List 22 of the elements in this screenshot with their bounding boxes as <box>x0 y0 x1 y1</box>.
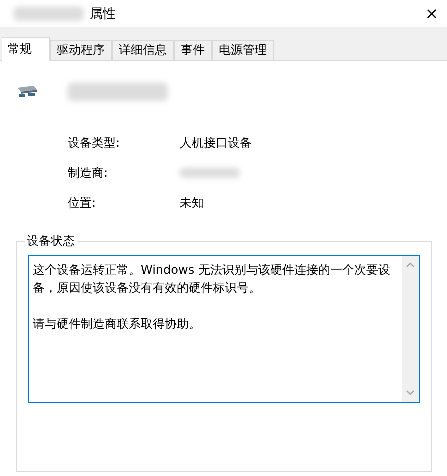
scrollbar[interactable] <box>402 256 419 402</box>
tab[interactable]: 事件 <box>174 40 212 61</box>
property-label: 制造商: <box>68 165 110 181</box>
close-button[interactable]: × <box>417 0 447 27</box>
group-legend: 设备状态 <box>25 233 77 250</box>
property-value: 未知 <box>180 195 205 211</box>
status-paragraph: 这个设备运转正常。Windows 无法识别与该硬件连接的一个次要设备，原因使该设备没有有效的硬件标识号。 <box>33 262 392 297</box>
property-label: 设备类型: <box>68 135 122 151</box>
redacted-text <box>14 6 84 20</box>
tab[interactable]: 驱动程序 <box>50 40 112 61</box>
scroll-up-icon[interactable] <box>406 262 415 268</box>
status-paragraph: 请与硬件制造商联系取得协助。 <box>33 316 202 333</box>
keyboard-device-icon <box>16 85 38 99</box>
property-label: 位置: <box>68 195 98 211</box>
window-title: 属性 <box>90 6 116 22</box>
scroll-down-icon[interactable] <box>406 390 415 396</box>
tab[interactable]: 详细信息 <box>112 40 174 61</box>
status-text-area[interactable]: 这个设备运转正常。Windows 无法识别与该硬件连接的一个次要设备，原因使该设备没有有效的硬件标识号。 请与硬件制造商联系取得协助。 <box>28 255 420 403</box>
property-value: 人机接口设备 <box>180 135 253 151</box>
redacted-text <box>180 168 240 178</box>
tab[interactable]: 电源管理 <box>212 40 274 61</box>
tab[interactable]: 常规 <box>2 37 50 61</box>
